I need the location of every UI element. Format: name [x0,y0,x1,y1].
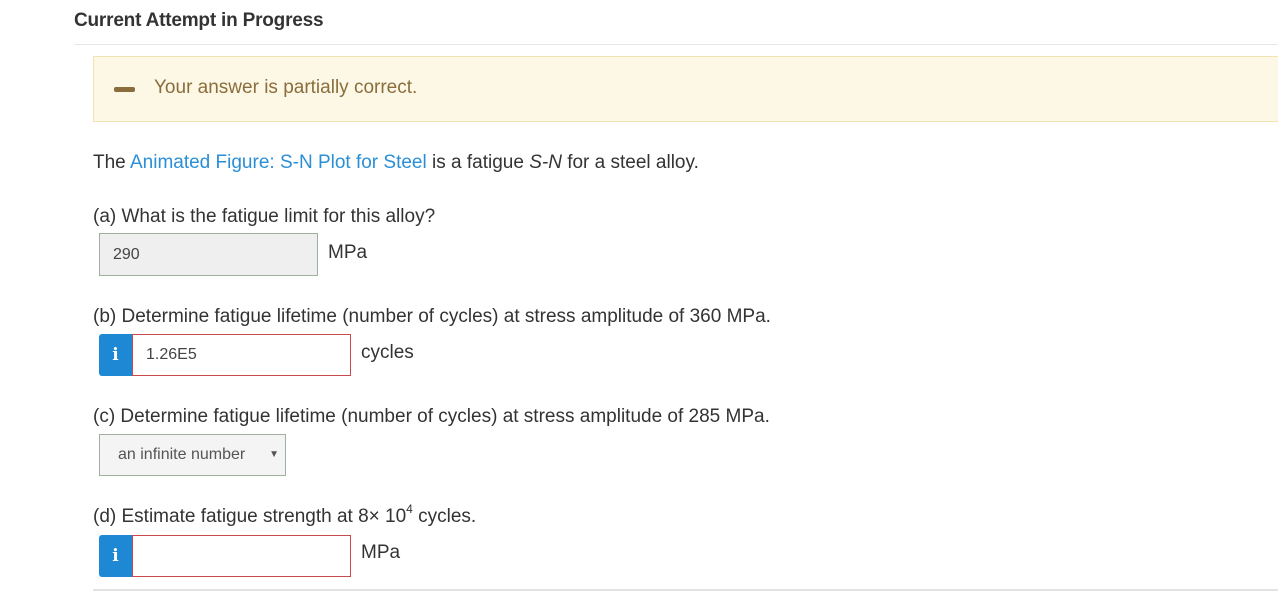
info-icon[interactable]: i [99,535,132,577]
intro-suffix: for a steel alloy. [561,152,699,173]
feedback-banner: Your answer is partially correct. [93,56,1278,122]
question-d-prompt: (d) Estimate fatigue strength at 8× 104 … [93,503,477,528]
dropdown-arrow-icon: ▼ [269,449,279,460]
intro-middle: is a fatigue [426,152,530,173]
animated-figure-link[interactable]: Animated Figure: S-N Plot for Steel [130,152,427,173]
question-a-prompt: (a) What is the fatigue limit for this a… [93,206,436,227]
section-title: Current Attempt in Progress [74,10,324,31]
edge-marker [0,284,4,294]
question-intro: The Animated Figure: S-N Plot for Steel … [93,152,699,174]
feedback-message: Your answer is partially correct. [154,77,418,98]
footer-divider [93,589,1278,591]
intro-italic: S-N [529,152,562,173]
question-d-suffix: cycles. [412,506,477,527]
header-divider [74,44,1278,45]
question-d-prefix: (d) Estimate fatigue strength at 8× 10 [93,506,407,527]
question-c-prompt: (c) Determine fatigue lifetime (number o… [93,406,770,427]
question-b-prompt: (b) Determine fatigue lifetime (number o… [93,306,771,327]
answer-c-selected-option: an infinite number [118,446,246,463]
question-d-exponent: 4 [406,501,413,516]
answer-b-field[interactable]: 1.26E5 [132,334,351,376]
answer-b-unit: cycles [361,342,414,363]
answer-d-field[interactable] [132,535,351,577]
page: Current Attempt in Progress Your answer … [0,0,1278,592]
answer-c-select[interactable]: an infinite number ▼ [99,434,286,476]
info-icon[interactable]: i [99,334,132,376]
partial-correct-icon [114,87,135,92]
intro-prefix: The [93,152,130,173]
answer-a-field[interactable]: 290 [99,233,318,276]
answer-d-unit: MPa [361,542,401,563]
answer-a-unit: MPa [328,242,368,263]
